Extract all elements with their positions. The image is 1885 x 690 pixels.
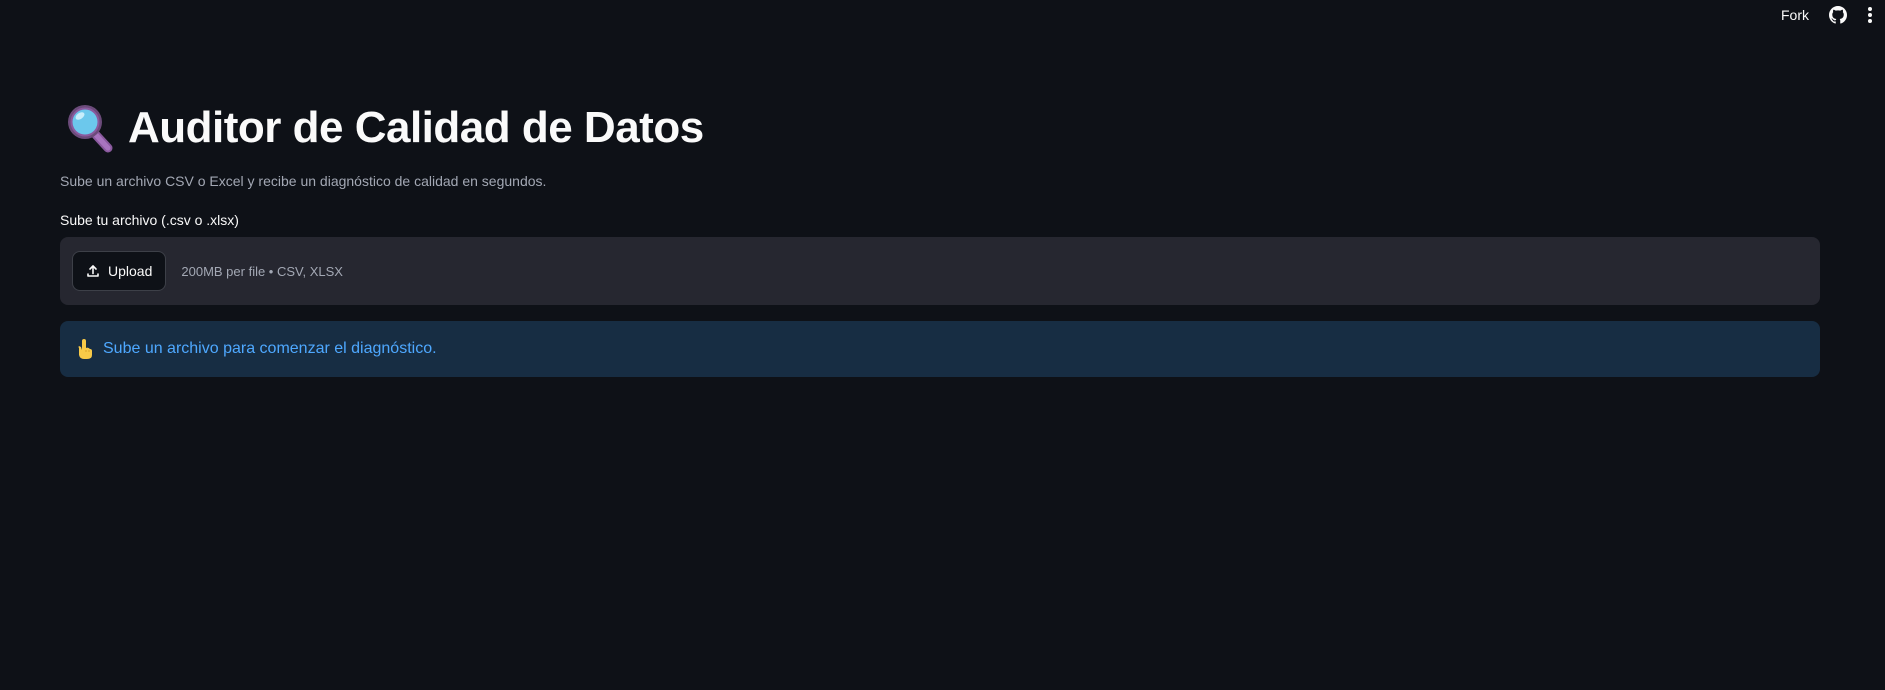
pointing-hand-icon	[75, 338, 95, 360]
fork-link[interactable]: Fork	[1781, 7, 1809, 23]
uploader-label: Sube tu archivo (.csv o .xlsx)	[60, 212, 239, 228]
info-message: Sube un archivo para comenzar el diagnós…	[103, 340, 437, 357]
page-title: Auditor de Calidad de Datos	[128, 103, 704, 152]
more-vertical-icon[interactable]	[1867, 7, 1873, 23]
top-toolbar: Fork	[1781, 0, 1885, 30]
upload-button[interactable]: Upload	[72, 251, 167, 291]
upload-limits-hint: 200MB per file • CSV, XLSX	[181, 263, 343, 279]
info-alert: Sube un archivo para comenzar el diagnós…	[60, 321, 1820, 377]
upload-button-label: Upload	[108, 263, 153, 279]
page-subtitle: Sube un archivo CSV o Excel y recibe un …	[60, 173, 547, 189]
title-row: Auditor de Calidad de Datos	[66, 102, 704, 154]
file-dropzone[interactable]: Upload 200MB per file • CSV, XLSX	[60, 237, 1820, 305]
magnifying-glass-icon	[66, 103, 114, 153]
upload-icon	[86, 264, 100, 278]
github-icon[interactable]	[1829, 6, 1847, 24]
